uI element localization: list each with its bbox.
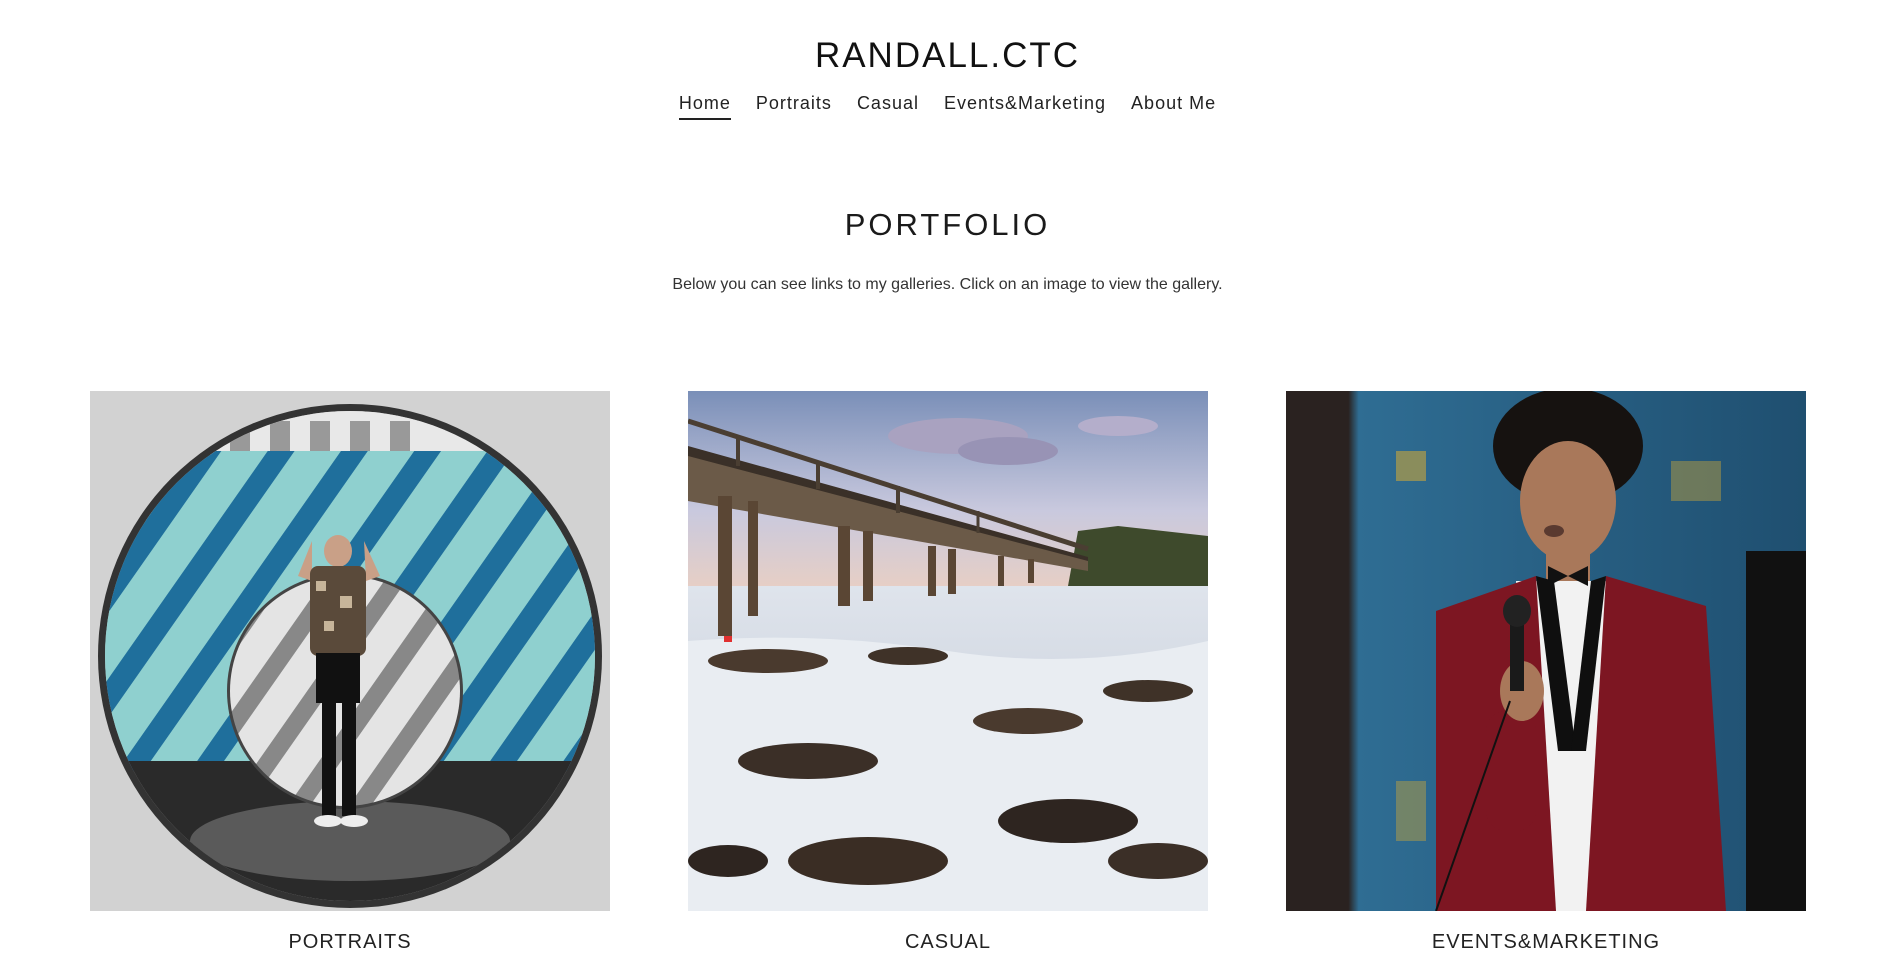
gallery-card-portraits[interactable]: PORTRAITS xyxy=(90,391,610,954)
main-nav: Home Portraits Casual Events&Marketing A… xyxy=(0,93,1895,120)
nav-item-portraits[interactable]: Portraits xyxy=(756,93,832,120)
portraits-gallery-image[interactable] xyxy=(90,391,610,911)
gallery-card-casual[interactable]: CASUAL xyxy=(688,391,1208,954)
nav-item-about-me[interactable]: About Me xyxy=(1131,93,1216,120)
events-marketing-gallery-image[interactable] xyxy=(1286,391,1806,911)
gallery-grid: PORTRAITS CASUAL EVENTS&MARKETING xyxy=(90,391,1806,954)
nav-item-home[interactable]: Home xyxy=(678,93,731,120)
page-description: Below you can see links to my galleries.… xyxy=(672,276,1223,293)
gallery-label-events-marketing[interactable]: EVENTS&MARKETING xyxy=(1286,931,1806,954)
casual-gallery-image[interactable] xyxy=(688,391,1208,911)
site-title[interactable]: RANDALL.CTC xyxy=(0,36,1895,76)
nav-item-events-marketing[interactable]: Events&Marketing xyxy=(944,93,1106,120)
nav-item-casual[interactable]: Casual xyxy=(857,93,919,120)
gallery-card-events-marketing[interactable]: EVENTS&MARKETING xyxy=(1286,391,1806,954)
page-title: PORTFOLIO xyxy=(844,207,1051,242)
gallery-label-portraits[interactable]: PORTRAITS xyxy=(90,931,610,954)
gallery-label-casual[interactable]: CASUAL xyxy=(688,931,1208,954)
page: RANDALL.CTC Home Portraits Casual Events… xyxy=(0,0,1895,962)
